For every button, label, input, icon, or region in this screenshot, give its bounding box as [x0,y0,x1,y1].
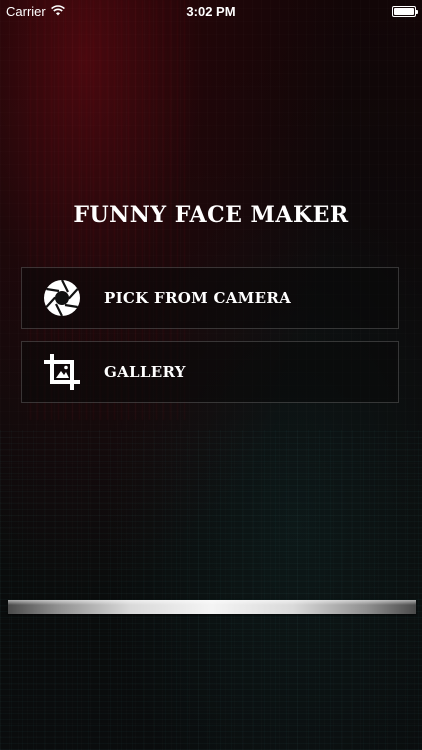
pick-from-camera-label: PICK FROM CAMERA [104,289,292,307]
background-teal-texture [0,430,422,750]
pick-from-camera-button[interactable]: PICK FROM CAMERA [21,267,399,329]
gallery-button[interactable]: GALLERY [21,341,399,403]
crop-image-icon [42,352,82,392]
app-title: FUNNY FACE MAKER [73,202,349,228]
battery-fill [394,7,414,15]
battery-icon [392,5,418,17]
gallery-label: GALLERY [104,363,186,381]
chrome-divider-bar [8,600,416,614]
camera-aperture-icon [42,278,82,318]
status-bar: Carrier 3:02 PM [0,0,422,22]
status-time: 3:02 PM [186,3,236,19]
